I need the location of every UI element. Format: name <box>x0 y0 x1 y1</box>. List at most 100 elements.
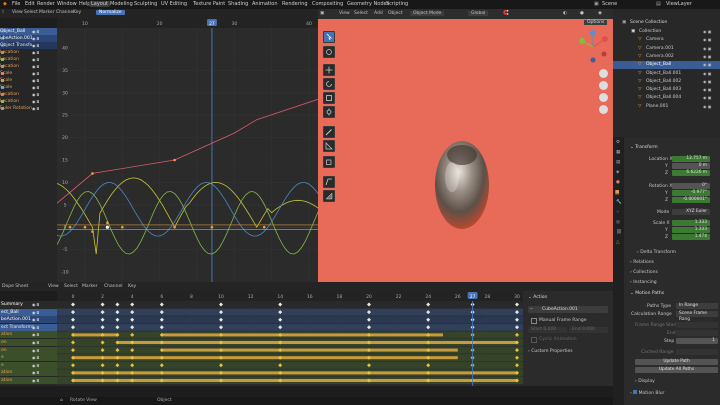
physics-tab-icon[interactable]: ◎ <box>616 220 620 225</box>
normalize-toggle[interactable]: Normalize <box>96 10 125 15</box>
dope-channel-row[interactable]: on ◉ ⌸ <box>0 346 57 354</box>
channel-visibility-icon[interactable]: ◉ ⌸ <box>32 64 39 69</box>
tab-scripting[interactable]: Scripting <box>386 1 408 7</box>
custom-properties-section[interactable]: › Custom Properties <box>528 349 573 354</box>
camera-view-icon[interactable] <box>599 93 608 102</box>
dope-menu-select[interactable]: Select <box>64 284 78 289</box>
graph-keyframe[interactable] <box>262 225 266 229</box>
scene-icon[interactable]: ▣ <box>594 1 599 7</box>
transform-tool[interactable] <box>323 106 335 118</box>
channel-visibility-icon[interactable]: ◉ ⌸ <box>32 36 39 41</box>
menu-render[interactable]: Render <box>37 1 55 7</box>
tab-uv-editing[interactable]: UV Editing <box>161 1 187 7</box>
graph-channel-row[interactable]: Scale ◉ ⌸ <box>0 84 57 91</box>
dope-channel-row[interactable]: ect_Ball ◉ ⌸ <box>0 308 57 316</box>
graph-keyframe[interactable] <box>91 230 94 233</box>
dope-channel-row[interactable]: on ◉ ⌸ <box>0 339 57 346</box>
channel-visibility-icon[interactable]: ◉ ⌸ <box>32 92 39 97</box>
outliner-row[interactable]: ▽ Object_Ball.004 ◉ ▣ <box>613 94 720 102</box>
perspective-toggle-icon[interactable] <box>599 105 608 114</box>
dope-menu-marker[interactable]: Marker <box>82 284 98 289</box>
viewport-menu-object[interactable]: Object <box>388 11 403 16</box>
tool-tab-icon[interactable]: ⚙ <box>616 140 620 145</box>
visibility-icon[interactable]: ◉ <box>598 11 602 16</box>
tab-layout[interactable]: Layout <box>89 1 110 7</box>
object-mode-select[interactable]: Object Mode <box>410 11 445 16</box>
scale-x-field[interactable]: 1.333 <box>672 220 710 226</box>
scale-y-field[interactable]: 1.333 <box>672 227 710 233</box>
graph-canvas[interactable]: 10 20 27 30 404035302520151050-5-10 <box>57 18 318 282</box>
snap-icon[interactable]: 🧲 <box>503 11 509 16</box>
spin-tool[interactable] <box>323 190 335 202</box>
visibility-eye-icon[interactable]: ◉ ▣ <box>703 95 712 100</box>
graph-menu-marker[interactable]: Marker <box>39 10 55 15</box>
manual-frame-range-checkbox[interactable] <box>531 318 537 324</box>
dope-channel-toggle-icon[interactable]: ◉ ⌸ <box>32 348 39 353</box>
select-box-tool[interactable] <box>323 31 335 43</box>
location-y-field[interactable]: 0 m <box>672 163 710 169</box>
dope-hold-bar[interactable] <box>161 333 444 337</box>
dope-sheet-canvas[interactable]: 0 2 4 6 8 10 12 14 16 18 20 22 24 26 27 28 30 <box>57 291 523 386</box>
dope-channel-toggle-icon[interactable]: ◉ ⌸ <box>32 325 39 330</box>
dope-channel-toggle-icon[interactable]: ◉ ⌸ <box>32 363 39 368</box>
graph-channel-row[interactable]: Scale ◉ ⌸ <box>0 77 57 84</box>
scale-z-field[interactable]: 1.474 <box>672 234 710 240</box>
viewport-menu-add[interactable]: Add <box>374 11 383 16</box>
location-z-field[interactable]: 6.6226 m <box>672 170 710 176</box>
graph-menu-channel[interactable]: Channel <box>56 10 74 15</box>
dope-menu-key[interactable]: Key <box>128 284 136 289</box>
visibility-eye-icon[interactable]: ◉ ▣ <box>703 46 712 51</box>
graph-keyframe[interactable] <box>121 225 124 229</box>
visibility-eye-icon[interactable]: ◉ ▣ <box>703 37 712 42</box>
channel-visibility-icon[interactable]: ◉ ⌸ <box>32 99 39 104</box>
shading-icon[interactable]: ● <box>580 11 584 16</box>
move-tool[interactable] <box>323 64 335 76</box>
rotation-y-field[interactable]: -0.977° <box>672 190 710 196</box>
render-tab-icon[interactable]: ▦ <box>616 150 620 155</box>
scene-tab-icon[interactable]: ◈ <box>616 170 619 175</box>
dope-menu-view[interactable]: View <box>48 284 59 289</box>
dope-channel-row[interactable]: ation ◉ ⌸ <box>0 369 57 377</box>
graph-channel-row[interactable]: Object_Ball ◉ ⌸ <box>0 28 57 35</box>
channel-visibility-icon[interactable]: ◉ ⌸ <box>32 78 39 83</box>
dope-channel-row[interactable]: e ◉ ⌸ <box>0 361 57 369</box>
dope-menu-channel[interactable]: Channel <box>104 284 122 289</box>
graph-menu-key[interactable]: Key <box>73 10 81 15</box>
channel-visibility-icon[interactable]: ◉ ⌸ <box>32 29 39 34</box>
visibility-eye-icon[interactable]: ◉ ▣ <box>703 54 712 59</box>
navigation-gizmo[interactable] <box>574 29 612 65</box>
visibility-eye-icon[interactable]: ◉ ▣ <box>703 71 712 76</box>
dope-channel-toggle-icon[interactable]: ◉ ⌸ <box>32 317 39 322</box>
viewport-menu-select[interactable]: Select <box>354 11 368 16</box>
graph-channel-row[interactable]: Location ◉ ⌸ <box>0 63 57 70</box>
channel-visibility-icon[interactable]: ◉ ⌸ <box>32 57 39 62</box>
annotate-tool[interactable] <box>323 126 335 138</box>
add-cube-tool[interactable] <box>323 156 335 168</box>
graph-keyframe[interactable] <box>106 221 109 225</box>
outliner-row[interactable]: ▽ Camera.001 ◉ ▣ <box>613 45 720 53</box>
graph-menu-view[interactable]: View <box>12 10 23 15</box>
menu-edit[interactable]: Edit <box>25 1 35 7</box>
tab-rendering[interactable]: Rendering <box>282 1 308 7</box>
world-tab-icon[interactable]: ● <box>616 180 620 185</box>
graph-keyframe[interactable] <box>68 225 72 229</box>
graph-channel-row[interactable]: Location ◉ ⌸ <box>0 49 57 56</box>
graph-menu-select[interactable]: Select <box>24 10 38 15</box>
transform-section-header[interactable]: ⌄ Transform <box>630 145 658 150</box>
outliner-row[interactable]: ▣ Collection ◉ ▣ <box>613 28 720 36</box>
tab-modeling[interactable]: Modeling <box>110 1 133 7</box>
graph-channel-row[interactable]: ubeAction.001 ◉ ⌸ <box>0 35 57 42</box>
dope-channel-row[interactable]: e ◉ ⌸ <box>0 354 57 362</box>
update-path-button[interactable]: Update Path <box>635 359 718 365</box>
options-dropdown[interactable]: Options <box>584 20 608 25</box>
delta-transform-section[interactable]: › Delta Transform <box>637 250 676 255</box>
dope-hold-bar[interactable] <box>73 371 517 375</box>
display-section[interactable]: › Display <box>635 379 655 384</box>
cyclic-animation-checkbox[interactable] <box>531 337 537 343</box>
dope-channel-toggle-icon[interactable]: ◉ ⌸ <box>32 340 39 345</box>
graph-curve-blue[interactable] <box>57 182 318 237</box>
editor-type-icon[interactable]: ▣ <box>320 11 324 16</box>
motion-paths-section[interactable]: ⌄ Motion Paths <box>630 291 664 296</box>
outliner-row[interactable]: ▽ Object_Ball.003 ◉ ▣ <box>613 86 720 94</box>
zoom-view-icon[interactable] <box>599 69 608 78</box>
